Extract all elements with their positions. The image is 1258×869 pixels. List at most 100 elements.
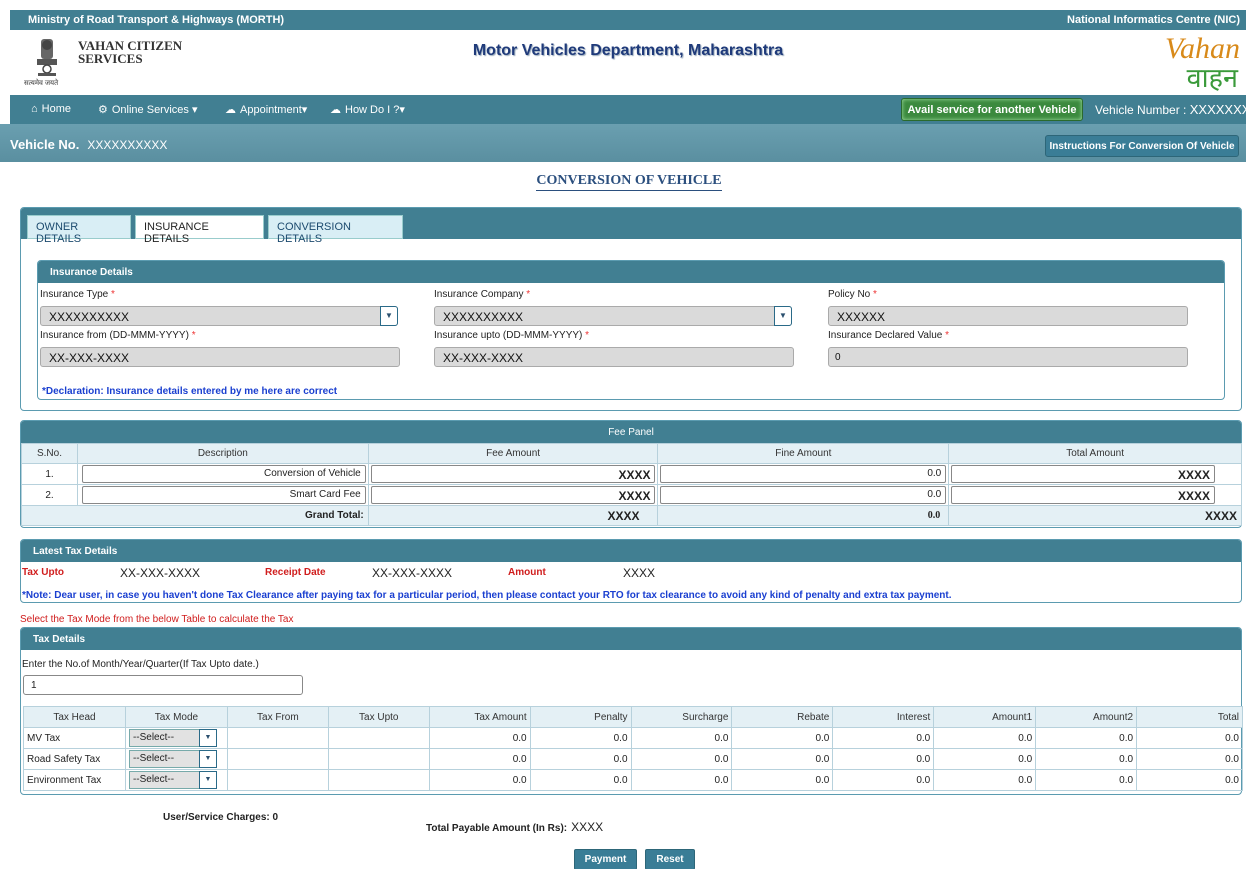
tax-total: 0.0 bbox=[1136, 769, 1243, 791]
tax-surcharge: 0.0 bbox=[630, 727, 733, 749]
caret-down-icon: ▾ bbox=[191, 104, 198, 116]
tax-rebate: 0.0 bbox=[731, 748, 834, 770]
insurance-from-label: Insurance from (DD-MMM-YYYY) * bbox=[40, 330, 196, 341]
idv-field[interactable]: 0 bbox=[828, 347, 1188, 367]
insurance-type-label-text: Insurance Type bbox=[40, 289, 109, 300]
insurance-from-field[interactable]: XX-XXX-XXXX bbox=[40, 347, 400, 367]
insurance-company-label: Insurance Company * bbox=[434, 289, 530, 300]
nic-label: National Informatics Centre (NIC) bbox=[1067, 14, 1240, 26]
tax-from bbox=[226, 769, 329, 791]
grand-total-label: Grand Total: bbox=[21, 505, 369, 526]
insurance-type-label: Insurance Type * bbox=[40, 289, 115, 300]
vehicle-number-value: XXXXXXXXXX bbox=[1189, 102, 1258, 117]
tax-mode-select[interactable]: --Select-- ▼ bbox=[128, 750, 217, 768]
tax-clearance-note: *Note: Dear user, in case you haven't do… bbox=[22, 590, 952, 601]
fee-col-total-amount: Total Amount bbox=[948, 443, 1242, 464]
tab-owner-details[interactable]: OWNER DETAILS bbox=[27, 215, 131, 245]
total-amount-field: XXXX bbox=[951, 465, 1215, 483]
dropdown-arrow-icon[interactable]: ▼ bbox=[198, 771, 217, 789]
grand-fee-amount: XXXX bbox=[367, 505, 659, 526]
ministry-label: Ministry of Road Transport & Highways (M… bbox=[28, 14, 285, 26]
insurance-upto-field[interactable]: XX-XXX-XXXX bbox=[434, 347, 794, 367]
required-marker: * bbox=[191, 330, 196, 341]
reset-button[interactable]: Reset bbox=[645, 849, 695, 869]
table-row: MV Tax --Select-- ▼ 0.0 0.0 0.0 0.0 0.0 0… bbox=[23, 727, 1243, 749]
nav-how-do-i-label: How Do I ? bbox=[345, 104, 400, 116]
avail-service-button[interactable]: Avail service for another Vehicle bbox=[901, 98, 1083, 121]
tax-mode-cell: --Select-- ▼ bbox=[124, 769, 228, 791]
fee-col-fee-amount: Fee Amount bbox=[367, 443, 659, 464]
department-title: Motor Vehicles Department, Maharashtra bbox=[472, 42, 784, 59]
insurance-upto-label: Insurance upto (DD-MMM-YYYY) * bbox=[434, 330, 589, 341]
tax-mode-select[interactable]: --Select-- ▼ bbox=[128, 729, 217, 747]
tax-details-heading: Tax Details bbox=[21, 628, 1241, 650]
idv-label: Insurance Declared Value * bbox=[828, 330, 949, 341]
policy-no-field[interactable]: XXXXXX bbox=[828, 306, 1188, 326]
tax-mode-select[interactable]: --Select-- ▼ bbox=[128, 771, 217, 789]
fine-amount-field: 0.0 bbox=[660, 486, 947, 504]
tax-col-from: Tax From bbox=[226, 706, 329, 728]
tab-conversion-details[interactable]: CONVERSION DETAILS bbox=[268, 215, 403, 245]
total-amount-cell: XXXX bbox=[948, 463, 1242, 485]
total-amount-cell: XXXX bbox=[948, 484, 1242, 506]
fee-sno: 1. bbox=[21, 463, 78, 485]
nav-appointment[interactable]: ☁ Appointment▾ bbox=[225, 103, 307, 116]
dropdown-arrow-icon[interactable]: ▼ bbox=[198, 750, 217, 768]
latest-tax-heading: Latest Tax Details bbox=[21, 540, 1241, 562]
policy-no-label-text: Policy No bbox=[828, 289, 871, 300]
insurance-company-label-text: Insurance Company bbox=[434, 289, 524, 300]
insurance-declaration: *Declaration: Insurance details entered … bbox=[42, 386, 338, 397]
nav-home[interactable]: ⌂ Home bbox=[31, 103, 71, 115]
idv-label-text: Insurance Declared Value bbox=[828, 330, 943, 341]
insurance-upto-label-text: Insurance upto (DD-MMM-YYYY) bbox=[434, 330, 583, 341]
tax-mode-value: --Select-- bbox=[132, 774, 175, 785]
nav-online-services[interactable]: ⚙ Online Services ▾ bbox=[98, 103, 198, 116]
insurance-type-value: XXXXXXXXXX bbox=[49, 310, 130, 324]
tab-strip: OWNER DETAILS INSURANCE DETAILS CONVERSI… bbox=[21, 208, 1241, 245]
tax-mode-cell: --Select-- ▼ bbox=[124, 748, 228, 770]
tax-amount2: 0.0 bbox=[1035, 769, 1138, 791]
tax-penalty: 0.0 bbox=[529, 769, 632, 791]
fee-description-cell: Conversion of Vehicle bbox=[76, 463, 369, 485]
tax-total: 0.0 bbox=[1136, 748, 1243, 770]
service-charges: User/Service Charges: 0 bbox=[163, 812, 279, 823]
tax-upto-value: XX-XXX-XXXX bbox=[120, 566, 201, 580]
table-row: Road Safety Tax --Select-- ▼ 0.0 0.0 0.0 … bbox=[23, 748, 1243, 770]
period-label: Enter the No.of Month/Year/Quarter(If Ta… bbox=[22, 659, 259, 670]
tax-penalty: 0.0 bbox=[529, 748, 632, 770]
fee-panel: Fee Panel S.No. Description Fee Amount F… bbox=[20, 420, 1242, 528]
select-tax-mode-message: Select the Tax Mode from the below Table… bbox=[20, 614, 294, 625]
dropdown-arrow-icon[interactable]: ▼ bbox=[774, 306, 792, 326]
tax-rebate: 0.0 bbox=[731, 769, 834, 791]
dropdown-arrow-icon[interactable]: ▼ bbox=[198, 729, 217, 747]
dropdown-arrow-icon[interactable]: ▼ bbox=[380, 306, 398, 326]
payment-button[interactable]: Payment bbox=[574, 849, 637, 869]
fee-sno: 2. bbox=[21, 484, 78, 506]
fee-description-field: Conversion of Vehicle bbox=[81, 465, 366, 483]
insurance-details-section: Insurance Details Insurance Type * XXXXX… bbox=[37, 260, 1225, 400]
amount-value: XXXX bbox=[623, 566, 656, 580]
required-marker: * bbox=[526, 289, 531, 300]
fee-table-header: S.No. Description Fee Amount Fine Amount… bbox=[21, 443, 1242, 464]
nav-vehicle-number: Vehicle Number : XXXXXXXXXX bbox=[1095, 102, 1258, 117]
required-marker: * bbox=[110, 289, 115, 300]
required-marker: * bbox=[873, 289, 877, 300]
period-input[interactable]: 1 bbox=[23, 675, 303, 695]
vehicle-no: Vehicle No. XXXXXXXXXX bbox=[10, 137, 167, 152]
instructions-button[interactable]: Instructions For Conversion Of Vehicle bbox=[1045, 135, 1239, 157]
grand-fine-amount: 0.0 bbox=[657, 505, 950, 526]
tab-insurance-details[interactable]: INSURANCE DETAILS bbox=[135, 215, 264, 245]
fee-panel-heading: Fee Panel bbox=[21, 421, 1241, 443]
tax-mode-value: --Select-- bbox=[132, 732, 175, 743]
vehicle-no-value: XXXXXXXXXX bbox=[87, 138, 168, 152]
required-marker: * bbox=[945, 330, 950, 341]
tax-penalty: 0.0 bbox=[529, 727, 632, 749]
tax-col-penalty: Penalty bbox=[529, 706, 632, 728]
tax-amount1: 0.0 bbox=[933, 748, 1037, 770]
vehicle-bar: Vehicle No. XXXXXXXXXX Instructions For C… bbox=[0, 124, 1246, 162]
nav-how-do-i[interactable]: ☁ How Do I ?▾ bbox=[330, 103, 405, 116]
caret-down-icon: ▾ bbox=[399, 104, 405, 116]
tax-interest: 0.0 bbox=[832, 748, 935, 770]
insurance-type-select[interactable]: XXXXXXXXXX ▼ bbox=[40, 306, 398, 326]
insurance-company-select[interactable]: XXXXXXXXXX ▼ bbox=[434, 306, 792, 326]
